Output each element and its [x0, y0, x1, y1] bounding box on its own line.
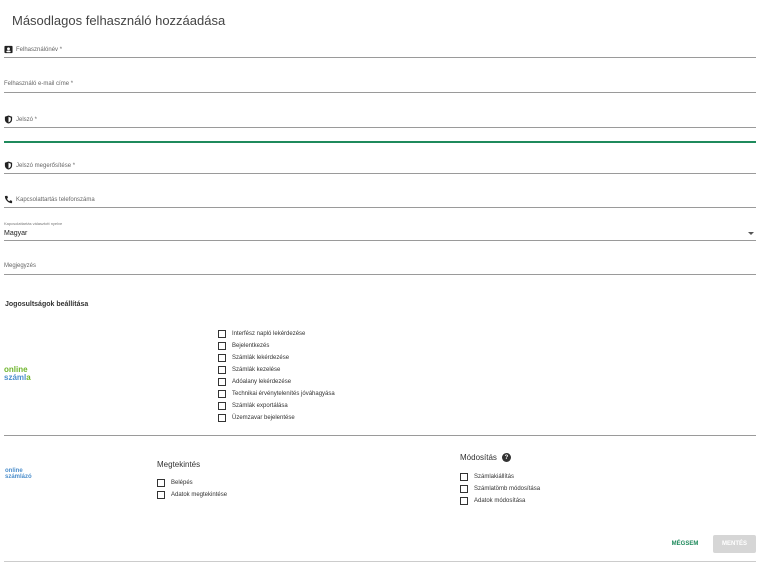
password-label: Jelszó *	[16, 116, 38, 123]
username-field[interactable]: Felhasználónév *	[4, 42, 756, 58]
checkbox-label: Adatok megtekintése	[171, 492, 228, 498]
checkbox-label: Belépés	[171, 480, 193, 486]
shield-icon	[4, 115, 13, 124]
checkbox[interactable]	[460, 473, 468, 481]
checkbox-label: Számlatömb módosítása	[474, 486, 541, 492]
checkbox[interactable]	[218, 414, 226, 422]
dialog-bottom-border	[4, 561, 756, 562]
checkbox-row[interactable]: Adatok megtekintése	[157, 491, 227, 499]
help-icon[interactable]: ?	[501, 453, 511, 462]
password-field[interactable]: Jelszó *	[4, 112, 756, 128]
phone-label: Kapcsolattartás telefonszáma	[16, 196, 95, 203]
phone-icon	[4, 195, 13, 204]
cancel-button[interactable]: MÉGSEM	[665, 536, 705, 552]
checkbox-row[interactable]: Számlák lekérdezése	[218, 354, 289, 362]
online-szamlazo-logo: online számlázó	[5, 468, 32, 480]
checkbox-row[interactable]: Interfész napló lekérdezése	[218, 330, 305, 338]
checkbox-label: Üzemzavar bejelentése	[232, 415, 295, 421]
checkbox-row[interactable]: Adóalany lekérdezése	[218, 378, 291, 386]
checkbox[interactable]	[460, 485, 468, 493]
view-column-title: Megtekintés	[157, 460, 201, 469]
language-value: Magyar	[4, 230, 28, 237]
checkbox-row[interactable]: Számlák kezelése	[218, 366, 280, 374]
checkbox-row[interactable]: Számlakiállítás	[460, 473, 514, 481]
save-button[interactable]: MENTÉS	[713, 535, 756, 553]
checkbox[interactable]	[218, 390, 226, 398]
checkbox-label: Bejelentkezés	[232, 343, 270, 349]
checkbox-label: Adóalany lekérdezése	[232, 379, 292, 385]
note-label: Megjegyzés	[4, 263, 37, 269]
shield-icon	[4, 161, 13, 170]
username-label: Felhasználónév *	[16, 46, 63, 53]
checkbox-row[interactable]: Bejelentkezés	[218, 342, 269, 350]
permissions-title: Jogosultságok beállítása	[5, 301, 89, 308]
password-focus-underline	[4, 141, 756, 143]
checkbox-row[interactable]: Számlák exportálása	[218, 402, 288, 410]
phone-field[interactable]: Kapcsolattartás telefonszáma	[4, 193, 756, 208]
language-label: Kapcsolattartás választott nyelve	[4, 221, 63, 226]
checkbox-label: Interfész napló lekérdezése	[232, 331, 306, 337]
checkbox-label: Számlák lekérdezése	[232, 355, 290, 361]
checkbox-label: Számlák exportálása	[232, 403, 288, 409]
checkbox[interactable]	[218, 354, 226, 362]
checkbox[interactable]	[157, 479, 165, 487]
checkbox[interactable]	[460, 497, 468, 505]
password-confirm-field[interactable]: Jelszó megerősítése *	[4, 158, 756, 174]
checkbox-row[interactable]: Számlatömb módosítása	[460, 485, 540, 493]
checkbox[interactable]	[218, 366, 226, 374]
checkbox-label: Technikai érvénytelenítés jóváhagyása	[232, 391, 335, 397]
checkbox[interactable]	[218, 402, 226, 410]
online-szamla-logo: online számla	[4, 365, 31, 382]
dropdown-arrow-icon[interactable]	[748, 232, 754, 235]
person-badge-icon	[4, 45, 13, 54]
page-title: Másodlagos felhasználó hozzáadása	[12, 13, 226, 28]
checkbox[interactable]	[218, 342, 226, 350]
checkbox-row[interactable]: Belépés	[157, 479, 193, 487]
checkbox-label: Számlák kezelése	[232, 367, 281, 373]
checkbox[interactable]	[218, 378, 226, 386]
checkbox[interactable]	[218, 330, 226, 338]
password-confirm-label: Jelszó megerősítése *	[16, 162, 76, 169]
checkbox-row[interactable]: Üzemzavar bejelentése	[218, 414, 295, 422]
checkbox-label: Adatok módosítása	[474, 498, 526, 504]
checkbox-row[interactable]: Adatok módosítása	[460, 497, 525, 505]
checkbox-row[interactable]: Technikai érvénytelenítés jóváhagyása	[218, 390, 335, 398]
email-label: Felhasználó e-mail címe *	[4, 81, 74, 87]
checkbox-label: Számlakiállítás	[474, 474, 515, 480]
note-field[interactable]: Megjegyzés	[4, 260, 756, 275]
section-divider	[4, 435, 756, 436]
language-select[interactable]: Kapcsolattartás választott nyelve Magyar	[4, 220, 756, 241]
email-field[interactable]: Felhasználó e-mail címe *	[4, 78, 756, 93]
modify-column-title: Módosítás ?	[460, 453, 511, 462]
checkbox[interactable]	[157, 491, 165, 499]
